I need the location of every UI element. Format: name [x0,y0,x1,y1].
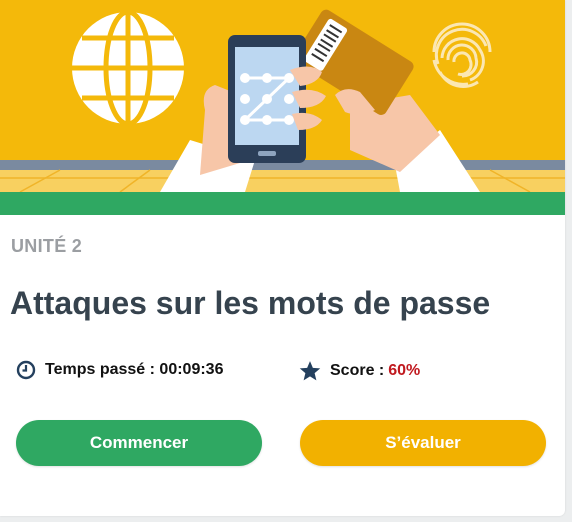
hero-illustration-svg [0,0,565,215]
clock-icon [16,360,36,380]
score-value: 60% [388,362,421,379]
start-button[interactable]: Commencer [16,420,262,466]
score: Score : 60% [299,360,420,382]
time-spent-text: Temps passé : 00:09:36 [45,361,224,378]
globe-icon [72,9,184,127]
hero-illustration [0,0,565,215]
unit-card: UNITÉ 2 Attaques sur les mots de passe T… [0,0,565,516]
card-body: UNITÉ 2 Attaques sur les mots de passe T… [0,215,565,516]
time-spent: Temps passé : 00:09:36 [16,360,223,380]
evaluate-button[interactable]: S’évaluer [300,420,546,466]
star-icon [299,361,321,381]
lesson-title: Attaques sur les mots de passe [10,285,491,321]
unit-label: UNITÉ 2 [11,236,83,256]
score-label: Score : [330,362,385,379]
